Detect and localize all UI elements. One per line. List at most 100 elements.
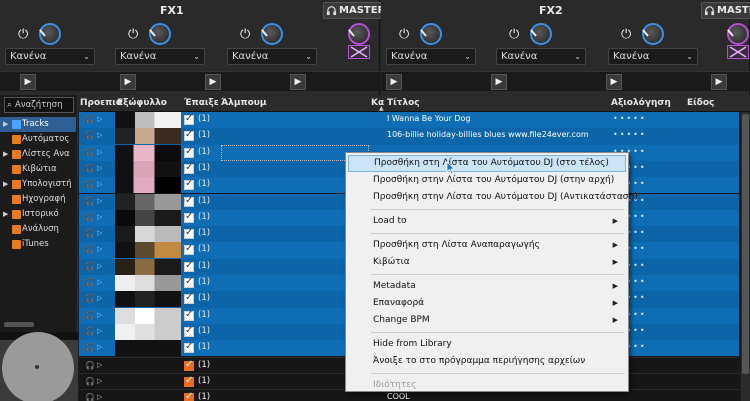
power-icon[interactable]: ⏻ xyxy=(18,27,28,42)
search-input[interactable]: ⌕ Αναζήτηση xyxy=(4,97,74,113)
context-menu-item-5[interactable]: Κιβώτια ▶ xyxy=(348,254,626,271)
play-icon[interactable]: ▶ xyxy=(290,74,306,90)
expand-arrow-icon[interactable]: ▶ xyxy=(3,117,8,132)
fx1-master-button[interactable]: MASTER xyxy=(323,2,390,19)
headphones-icon[interactable]: 🎧 xyxy=(85,278,95,287)
fx1-slot-2-select[interactable]: Κανένα ⌄ xyxy=(115,48,205,65)
context-menu-item-2[interactable]: Προσθήκη στην Λίστα του Αυτόματου DJ (Αν… xyxy=(348,189,638,206)
played-checkbox[interactable] xyxy=(184,309,194,321)
played-checkbox[interactable] xyxy=(184,162,194,174)
headphones-icon[interactable]: 🎧 xyxy=(85,343,95,352)
power-icon[interactable]: ⏻ xyxy=(621,27,631,42)
rating-stars[interactable]: ••••• xyxy=(613,130,647,139)
column-title[interactable]: Τίτλος xyxy=(387,95,420,112)
preview-play-icon[interactable]: ▷ xyxy=(97,311,102,319)
expand-arrow-icon[interactable]: ▶ xyxy=(3,147,8,162)
play-icon[interactable]: ▶ xyxy=(20,74,36,90)
context-menu-item-8[interactable]: Change BPM ▶ xyxy=(348,312,626,329)
play-icon[interactable]: ▶ xyxy=(711,74,727,90)
context-menu-item-1[interactable]: Προσθήκη στην Λίστα του Αυτόματου DJ (στ… xyxy=(348,172,626,189)
fx1-slot-1-knob[interactable] xyxy=(39,23,61,45)
preview-play-icon[interactable]: ▷ xyxy=(97,278,102,286)
preview-play-icon[interactable]: ▷ xyxy=(97,262,102,270)
fx1-slot-3-select[interactable]: Κανένα ⌄ xyxy=(227,48,317,65)
sidebar-item-2[interactable]: ▶ Λίστες Ανα xyxy=(0,147,76,162)
context-menu-item-0[interactable]: Προσθήκη στη Λίστα του Αυτόματου DJ (στο… xyxy=(348,155,626,172)
headphones-icon[interactable]: 🎧 xyxy=(85,131,95,140)
sidebar-item-5[interactable]: Ηχογραφή xyxy=(0,192,76,207)
played-checkbox[interactable] xyxy=(184,178,194,191)
power-icon[interactable]: ⏻ xyxy=(399,27,409,42)
context-menu-item-6[interactable]: Metadata ▶ xyxy=(348,278,626,295)
played-checkbox[interactable] xyxy=(184,276,194,288)
preview-play-icon[interactable]: ▷ xyxy=(97,294,102,302)
fx1-slot-1-select[interactable]: Κανένα ⌄ xyxy=(5,48,95,65)
sidebar-item-4[interactable]: ▶ Υπολογιστή xyxy=(0,177,76,192)
preview-play-icon[interactable]: ▷ xyxy=(97,213,102,221)
fx1-mix-knob[interactable] xyxy=(348,23,370,45)
fx2-slot-1-select[interactable]: Κανένα ⌄ xyxy=(386,48,476,65)
played-checkbox[interactable] xyxy=(184,325,194,337)
sidebar-scrollbar[interactable] xyxy=(4,322,34,327)
context-menu-item-4[interactable]: Προσθήκη στη Λίστα Αναπαραγωγής ▶ xyxy=(348,237,626,254)
sidebar-item-0[interactable]: ▶ Tracks xyxy=(0,117,76,132)
play-icon[interactable]: ▶ xyxy=(491,74,507,90)
table-scrollbar[interactable] xyxy=(741,112,750,401)
preview-play-icon[interactable]: ▷ xyxy=(97,131,102,139)
context-menu-item-9[interactable]: Hide from Library xyxy=(348,336,626,353)
played-checkbox[interactable] xyxy=(184,243,194,256)
column-album[interactable]: Άλμπουμ xyxy=(221,95,267,112)
fx1-slot-2-knob[interactable] xyxy=(149,23,171,45)
power-icon[interactable]: ⏻ xyxy=(509,27,519,42)
headphones-icon[interactable]: 🎧 xyxy=(85,229,95,238)
column-genre[interactable]: Είδος xyxy=(687,95,714,112)
played-checkbox[interactable] xyxy=(184,341,194,354)
play-icon[interactable]: ▶ xyxy=(606,74,622,90)
fx2-slot-3-knob[interactable] xyxy=(642,23,664,45)
played-checkbox[interactable] xyxy=(184,113,194,125)
played-checkbox[interactable] xyxy=(184,359,194,371)
headphones-icon[interactable]: 🎧 xyxy=(85,245,95,254)
play-icon[interactable]: ▶ xyxy=(205,74,221,90)
preview-play-icon[interactable]: ▷ xyxy=(97,377,102,385)
expand-arrow-icon[interactable]: ▶ xyxy=(3,207,8,222)
expand-arrow-icon[interactable]: ▶ xyxy=(3,177,8,192)
played-checkbox[interactable] xyxy=(184,391,194,401)
preview-play-icon[interactable]: ▷ xyxy=(97,148,102,156)
rating-stars[interactable]: ••••• xyxy=(613,114,647,123)
headphones-icon[interactable]: 🎧 xyxy=(85,164,95,173)
preview-play-icon[interactable]: ▷ xyxy=(97,343,102,351)
column-played[interactable]: Έπαιξε xyxy=(184,95,219,112)
headphones-icon[interactable]: 🎧 xyxy=(85,180,95,189)
headphones-icon[interactable]: 🎧 xyxy=(85,294,95,303)
fx2-slot-3-select[interactable]: Κανένα ⌄ xyxy=(608,48,698,65)
headphones-icon[interactable]: 🎧 xyxy=(85,327,95,336)
sidebar-item-6[interactable]: ▶ Ιστορικό xyxy=(0,207,76,222)
play-icon[interactable]: ▶ xyxy=(386,74,402,90)
table-row[interactable]: 🎧▷ (1) I Wanna Be Your Dog ••••• xyxy=(79,112,739,129)
fx2-mix-knob[interactable] xyxy=(727,23,749,45)
headphones-icon[interactable]: 🎧 xyxy=(85,213,95,222)
played-checkbox[interactable] xyxy=(184,227,194,240)
played-checkbox[interactable] xyxy=(184,146,194,158)
power-icon[interactable]: ⏻ xyxy=(128,27,138,42)
preview-play-icon[interactable]: ▷ xyxy=(97,393,102,401)
headphones-icon[interactable]: 🎧 xyxy=(85,377,95,386)
sidebar-item-1[interactable]: Αυτόματος xyxy=(0,132,76,147)
sidebar-item-8[interactable]: iTunes xyxy=(0,237,76,252)
preview-play-icon[interactable]: ▷ xyxy=(97,229,102,237)
played-checkbox[interactable] xyxy=(184,211,194,223)
preview-play-icon[interactable]: ▷ xyxy=(97,197,102,205)
fx2-slot-2-select[interactable]: Κανένα ⌄ xyxy=(496,48,586,65)
context-menu-item-3[interactable]: Load to ▶ xyxy=(348,213,626,230)
preview-play-icon[interactable]: ▷ xyxy=(97,361,102,369)
sidebar-item-3[interactable]: Κιβώτια xyxy=(0,162,76,177)
fx1-swap-button[interactable] xyxy=(348,45,370,59)
preview-play-icon[interactable]: ▷ xyxy=(97,327,102,335)
fx2-slot-2-knob[interactable] xyxy=(530,23,552,45)
played-checkbox[interactable] xyxy=(184,260,194,272)
context-menu-item-7[interactable]: Επαναφορά ▶ xyxy=(348,295,626,312)
played-checkbox[interactable] xyxy=(184,195,194,207)
headphones-icon[interactable]: 🎧 xyxy=(85,115,95,124)
column-cover[interactable]: Εξώφυλλο xyxy=(117,95,167,112)
